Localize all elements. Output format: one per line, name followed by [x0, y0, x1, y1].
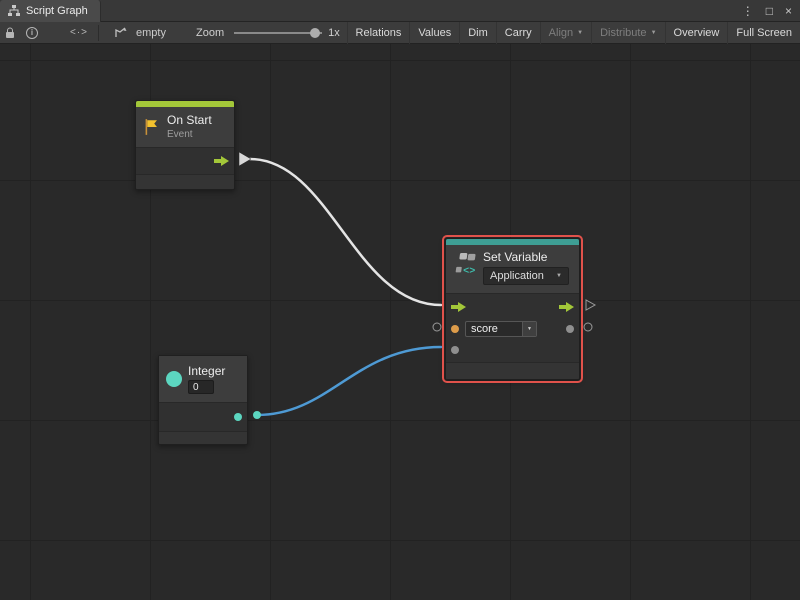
flow-input-port[interactable]: [451, 302, 466, 312]
node-ports: [136, 147, 234, 175]
set-variable-icon: <>: [453, 250, 477, 280]
close-icon[interactable]: ×: [785, 5, 792, 17]
variable-name-dropdown[interactable]: ▼: [522, 322, 536, 336]
node-header: Integer 0: [159, 356, 247, 402]
toolbar-buttons: Relations Values Dim Carry Align ▼ Distri…: [347, 22, 800, 44]
variable-scope-dropdown[interactable]: Application ▼: [483, 267, 569, 285]
node-title: Set Variable: [483, 250, 569, 264]
dropdown-caret-icon: ▼: [556, 273, 562, 279]
svg-text:<>: <>: [463, 266, 475, 277]
node-header: On Start Event: [136, 107, 234, 147]
value-port-row: [446, 340, 579, 360]
wire-start-arrow-marker: [239, 152, 251, 166]
graph-name-label: empty: [136, 27, 166, 39]
wire-integer-to-setvariable[interactable]: [257, 347, 441, 415]
node-ports: [159, 402, 247, 432]
tab-title: Script Graph: [26, 5, 88, 17]
node-header: <> Set Variable Application ▼: [446, 245, 579, 293]
port-row: [136, 150, 234, 172]
zoom-value: 1x: [328, 27, 340, 39]
values-button[interactable]: Values: [409, 22, 459, 44]
overview-button-label: Overview: [674, 27, 720, 39]
distribute-dropdown-button[interactable]: Distribute ▼: [591, 22, 664, 44]
flow-output-port[interactable]: [214, 156, 229, 166]
node-titles: On Start Event: [167, 113, 212, 140]
fullscreen-button-label: Full Screen: [736, 27, 792, 39]
name-port-row: score ▼: [446, 318, 579, 340]
menu-icon[interactable]: ⋮: [742, 5, 754, 17]
graph-pointer-icon: [114, 27, 127, 39]
carry-button[interactable]: Carry: [496, 22, 540, 44]
graph-canvas[interactable]: On Start Event <>: [0, 44, 800, 600]
value-input-port[interactable]: [451, 346, 459, 354]
node-title: On Start: [167, 113, 212, 127]
carry-button-label: Carry: [505, 27, 532, 39]
zoom-slider-knob[interactable]: [310, 28, 320, 38]
value-output-port[interactable]: [566, 325, 574, 333]
dropdown-caret-icon: ▼: [577, 30, 583, 36]
flow-output-port[interactable]: [559, 302, 574, 312]
lock-icon[interactable]: [5, 27, 15, 39]
values-button-label: Values: [418, 27, 451, 39]
integer-icon: [166, 371, 182, 387]
wires-layer: [0, 44, 800, 600]
titlebar: Script Graph ⋮ □ ×: [0, 0, 800, 22]
node-footer: [136, 175, 234, 189]
wire-start-dot-marker: [253, 411, 261, 419]
node-footer: [159, 432, 247, 444]
fullscreen-button[interactable]: Full Screen: [727, 22, 800, 44]
node-integer[interactable]: Integer 0: [158, 355, 248, 445]
setvariable-right-port-marker[interactable]: [584, 323, 592, 331]
variable-scope-value: Application: [490, 270, 544, 282]
node-titles: Set Variable Application ▼: [483, 250, 569, 285]
dim-button-label: Dim: [468, 27, 488, 39]
zoom-slider[interactable]: [234, 27, 322, 39]
toolbar-separator: [98, 25, 99, 41]
port-row: [159, 405, 247, 429]
toolbar: i <·> empty Zoom 1x Relations Values Dim…: [0, 22, 800, 44]
variable-name-field[interactable]: score ▼: [465, 321, 537, 337]
zoom-slider-track[interactable]: [234, 32, 322, 34]
code-icon[interactable]: <·>: [70, 27, 88, 38]
setvariable-flow-out-marker[interactable]: [586, 300, 595, 310]
node-title: Integer: [188, 364, 225, 378]
maximize-icon[interactable]: □: [766, 5, 773, 17]
dropdown-caret-icon: ▼: [527, 326, 532, 332]
dropdown-caret-icon: ▼: [651, 30, 657, 36]
node-subtitle: Event: [167, 129, 212, 141]
zoom-label: Zoom: [196, 27, 224, 39]
info-icon[interactable]: i: [26, 27, 38, 39]
align-button-label: Align: [549, 27, 573, 39]
wire-onstart-to-setvariable[interactable]: [250, 159, 441, 305]
node-footer: [446, 363, 579, 379]
flag-icon: [143, 118, 161, 136]
dim-button[interactable]: Dim: [459, 22, 496, 44]
node-ports: score ▼: [446, 293, 579, 363]
name-input-port[interactable]: [451, 325, 459, 333]
node-set-variable[interactable]: <> Set Variable Application ▼: [445, 238, 580, 380]
integer-value-field[interactable]: 0: [188, 380, 214, 394]
setvariable-left-port-marker[interactable]: [433, 323, 441, 331]
window-controls: ⋮ □ ×: [742, 5, 800, 17]
flow-port-row: [446, 296, 579, 318]
integer-output-port[interactable]: [234, 413, 242, 421]
relations-button-label: Relations: [356, 27, 402, 39]
node-on-start[interactable]: On Start Event: [135, 100, 235, 190]
overview-button[interactable]: Overview: [665, 22, 728, 44]
variable-name-value: score: [466, 322, 522, 336]
align-dropdown-button[interactable]: Align ▼: [540, 22, 591, 44]
distribute-button-label: Distribute: [600, 27, 646, 39]
graph-icon: [8, 5, 20, 17]
relations-button[interactable]: Relations: [347, 22, 410, 44]
node-titles: Integer 0: [188, 364, 225, 394]
tab-script-graph[interactable]: Script Graph: [0, 0, 101, 22]
